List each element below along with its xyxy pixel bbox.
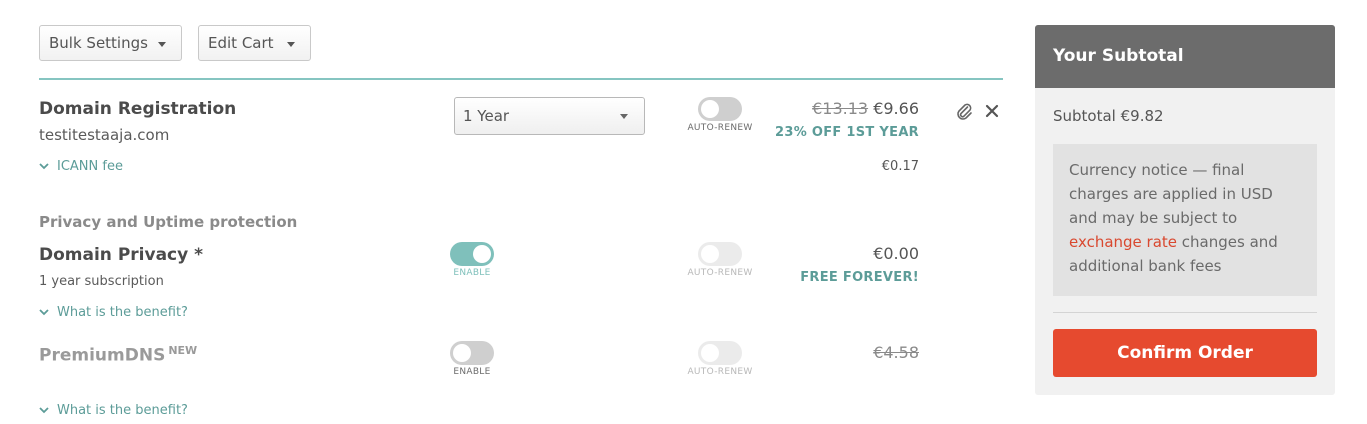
exchange-rate-link[interactable]: exchange rate	[1069, 233, 1177, 251]
domain-price: €13.13 €9.66	[769, 99, 919, 118]
benefit-link-label: What is the benefit?	[57, 305, 188, 320]
premiumdns-auto-renew-label: AUTO-RENEW	[687, 367, 753, 377]
toggle-knob	[701, 245, 719, 263]
bulk-settings-label: Bulk Settings	[49, 34, 148, 52]
caret-down-icon	[620, 114, 628, 119]
domain-old-price: €13.13	[812, 99, 869, 118]
currency-notice-text: Currency notice — final charges are appl…	[1069, 161, 1273, 227]
chevron-down-icon	[39, 404, 49, 417]
paperclip-icon[interactable]	[955, 101, 973, 121]
privacy-section-heading: Privacy and Uptime protection	[39, 213, 298, 231]
domain-privacy-auto-renew-toggle[interactable]	[698, 242, 742, 266]
cart-divider	[39, 78, 1003, 80]
caret-down-icon	[287, 42, 295, 47]
subtotal-amount: Subtotal €9.82	[1053, 107, 1164, 125]
confirm-order-button[interactable]: Confirm Order	[1053, 329, 1317, 377]
premiumdns-old-price: €4.58	[873, 343, 919, 362]
toggle-knob	[701, 344, 719, 362]
domain-auto-renew-toggle[interactable]	[698, 97, 742, 121]
domain-privacy-enable-toggle[interactable]	[450, 242, 494, 266]
benefit-link-label: What is the benefit?	[57, 403, 188, 418]
icann-fee-label: ICANN fee	[57, 159, 123, 174]
icann-fee-toggle[interactable]: ICANN fee	[39, 159, 123, 174]
domain-privacy-enable-label: ENABLE	[453, 268, 491, 278]
domain-privacy-price: €0.00	[873, 244, 919, 263]
domain-privacy-benefit-link[interactable]: What is the benefit?	[39, 305, 188, 320]
domain-name: testitestaaja.com	[39, 126, 170, 144]
chevron-down-icon	[39, 306, 49, 319]
edit-cart-label: Edit Cart	[208, 34, 274, 52]
currency-notice: Currency notice — final charges are appl…	[1053, 144, 1317, 296]
premiumdns-enable-toggle[interactable]	[450, 341, 494, 365]
toggle-knob	[453, 344, 471, 362]
domain-privacy-title: Domain Privacy *	[39, 245, 204, 265]
domain-promo: 23% OFF 1ST YEAR	[775, 125, 919, 140]
subtotal-header: Your Subtotal	[1035, 25, 1335, 88]
summary-divider	[1053, 312, 1317, 313]
icann-fee-price: €0.17	[881, 159, 919, 174]
premiumdns-price: €4.58	[769, 343, 919, 362]
new-badge: NEW	[168, 344, 198, 357]
premiumdns-benefit-link[interactable]: What is the benefit?	[39, 403, 188, 418]
domain-privacy-subtitle: 1 year subscription	[39, 274, 164, 289]
premiumdns-enable-label: ENABLE	[453, 367, 491, 377]
domain-current-price: €9.66	[873, 99, 919, 118]
bulk-settings-button[interactable]: Bulk Settings	[39, 25, 182, 61]
close-icon[interactable]	[985, 103, 999, 118]
domain-privacy-promo: FREE FOREVER!	[800, 270, 919, 285]
subtotal-panel: Your Subtotal Subtotal €9.82 Currency no…	[1035, 25, 1335, 395]
premiumdns-title-text: PremiumDNS	[39, 345, 166, 366]
domain-registration-title: Domain Registration	[39, 99, 237, 119]
toggle-knob	[473, 245, 491, 263]
premiumdns-title: PremiumDNS NEW	[39, 344, 197, 366]
caret-down-icon	[158, 42, 166, 47]
edit-cart-button[interactable]: Edit Cart	[198, 25, 311, 61]
registration-period-value: 1 Year	[463, 107, 510, 125]
registration-period-select[interactable]: 1 Year	[454, 97, 645, 135]
toggle-knob	[701, 100, 719, 118]
chevron-down-icon	[39, 160, 49, 173]
premiumdns-auto-renew-toggle[interactable]	[698, 341, 742, 365]
